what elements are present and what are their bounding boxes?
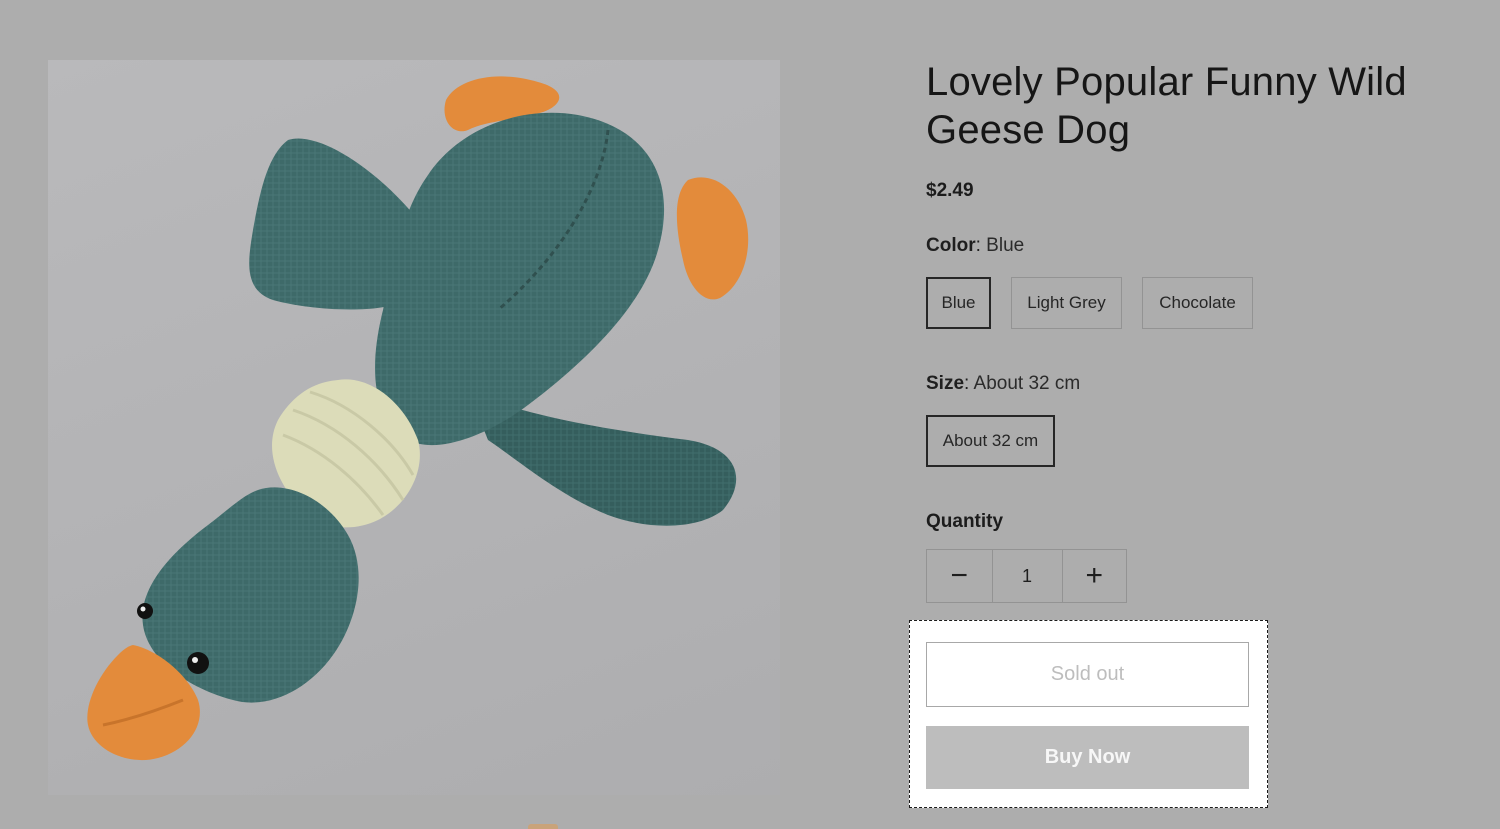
color-swatch-light-grey[interactable]: Light Grey — [1011, 277, 1122, 329]
quantity-stepper: − + — [926, 549, 1127, 603]
product-image[interactable] — [48, 60, 780, 795]
color-swatch-blue[interactable]: Blue — [926, 277, 991, 329]
quantity-label: Quantity — [926, 511, 1004, 532]
sold-out-button[interactable]: Sold out — [926, 642, 1249, 707]
plus-icon: + — [1085, 559, 1104, 592]
buy-now-button[interactable]: Buy Now — [926, 726, 1249, 789]
minus-icon: − — [950, 559, 969, 592]
color-swatches: Blue Light Grey Chocolate — [926, 277, 1253, 329]
size-swatch-about-32-cm[interactable]: About 32 cm — [926, 415, 1055, 467]
size-label-separator: : — [964, 373, 970, 394]
product-price: $2.49 — [926, 180, 974, 201]
size-selected-value: About 32 cm — [973, 373, 1081, 394]
color-selected-value: Blue — [986, 235, 1025, 256]
size-label-name: Size — [926, 373, 965, 394]
quantity-increment-button[interactable]: + — [1061, 550, 1127, 602]
thumbnail-item[interactable] — [528, 824, 558, 829]
buy-buttons-container: Sold out Buy Now — [909, 620, 1268, 808]
quantity-input[interactable] — [991, 550, 1062, 602]
size-swatches: About 32 cm — [926, 415, 1055, 467]
color-swatch-chocolate[interactable]: Chocolate — [1142, 277, 1253, 329]
product-page: Lovely Popular Funny Wild Geese Dog $2.4… — [0, 0, 1500, 829]
color-option-label: Color: Blue — [926, 235, 1024, 257]
size-option-label: Size: About 32 cm — [926, 373, 1080, 395]
product-title: Lovely Popular Funny Wild Geese Dog — [926, 60, 1407, 152]
quantity-decrement-button[interactable]: − — [927, 550, 992, 602]
plush-goose-toy-image — [87, 76, 749, 761]
color-label-name: Color — [926, 235, 976, 256]
thumbnail-strip — [48, 818, 780, 829]
color-label-separator: : — [975, 235, 981, 256]
